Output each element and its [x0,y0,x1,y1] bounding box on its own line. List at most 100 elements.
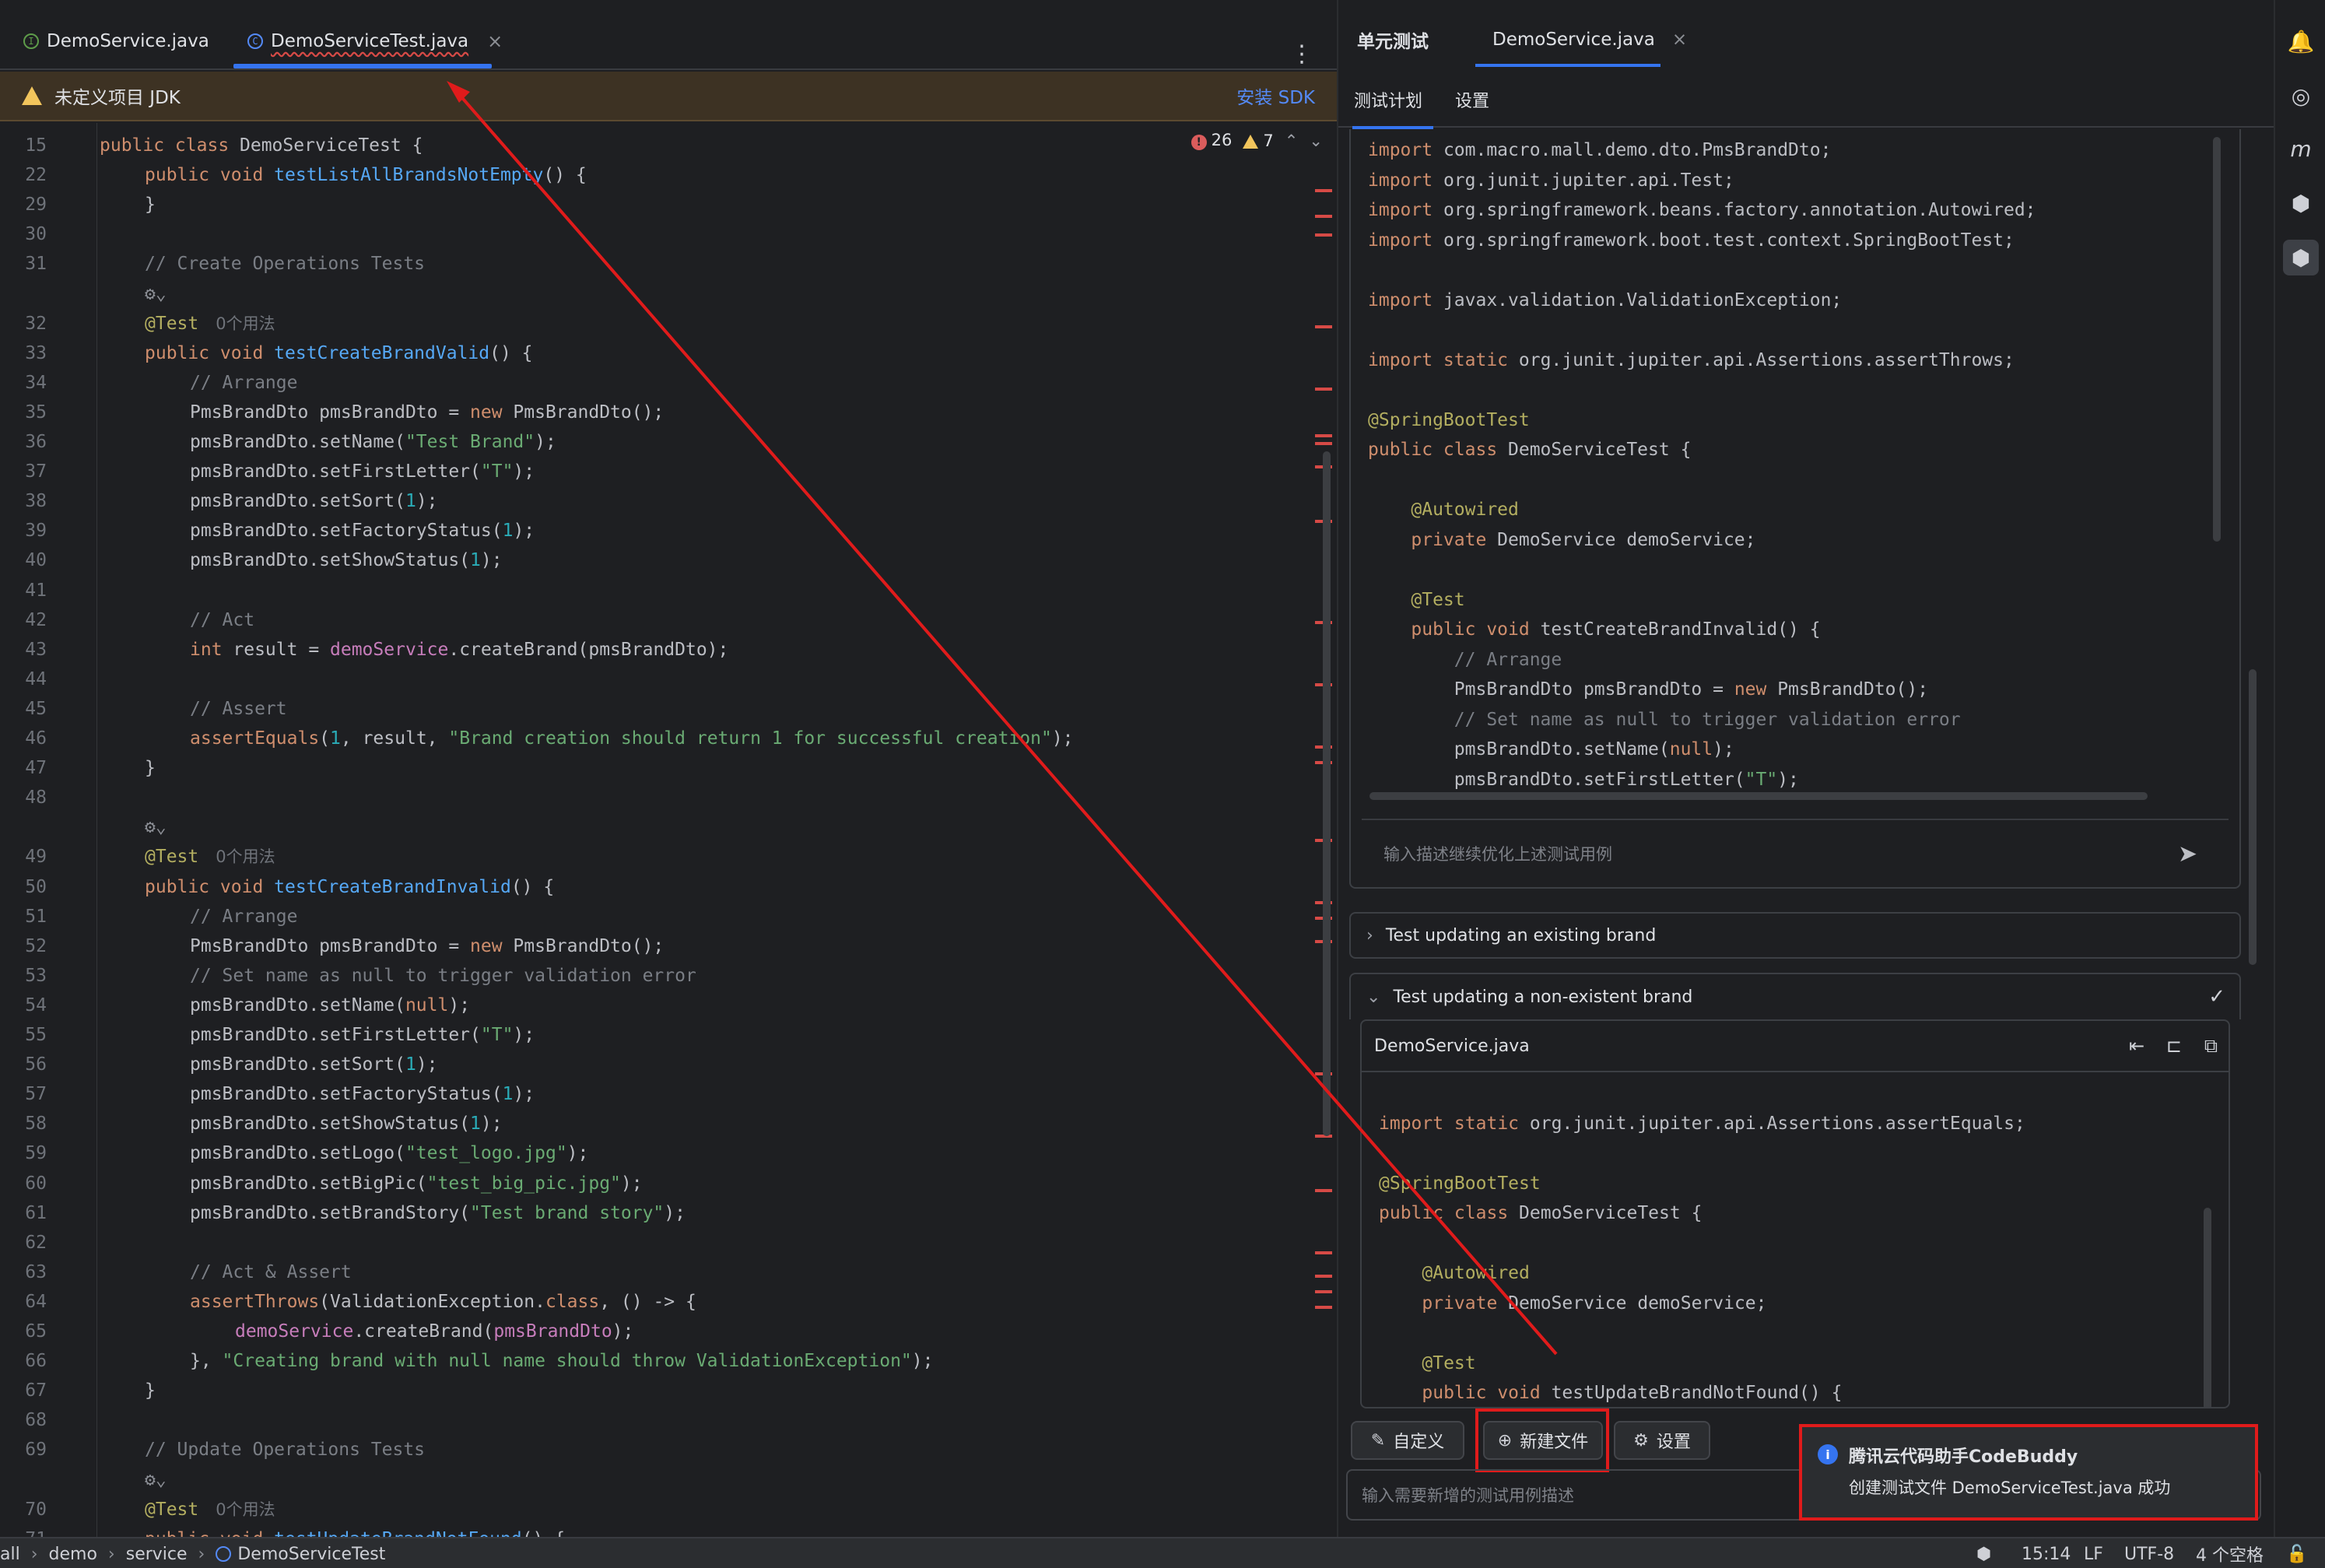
code-line[interactable]: 39 pmsBrandDto.setFactoryStatus(1); [0,516,1315,545]
line-number[interactable]: 64 [0,1287,47,1317]
code-scrollbar[interactable] [2204,1208,2211,1407]
breadcrumb-item[interactable]: service [126,1545,188,1564]
send-icon[interactable]: ➤ [2178,840,2197,868]
panel-scrollbar[interactable] [2249,669,2257,965]
line-number[interactable]: 67 [0,1376,47,1405]
line-number[interactable]: 31 [0,249,47,279]
code-line[interactable]: 50 public void testCreateBrandInvalid() { [0,872,1315,902]
tab-demoservice-java[interactable]: DemoService.java × [1492,12,1687,67]
code-line[interactable]: 55 pmsBrandDto.setFirstLetter("T"); [0,1020,1315,1050]
line-number[interactable]: 68 [0,1405,47,1435]
line-number[interactable]: 30 [0,219,47,249]
line-number[interactable]: 52 [0,931,47,961]
code-editor[interactable]: I DemoService.java C DemoServiceTest.jav… [0,0,1337,1537]
error-marker[interactable] [1315,442,1332,445]
line-number[interactable]: 54 [0,991,47,1020]
code-line[interactable]: ⚙⌄ [0,1465,1315,1495]
generated-code-block[interactable]: import com.macro.mall.demo.dto.PmsBrandD… [1349,129,2241,889]
code-line[interactable]: 29} [0,190,1315,219]
line-number[interactable]: 62 [0,1228,47,1258]
code-line[interactable]: 31 // Create Operations Tests [0,249,1315,279]
code-line[interactable]: 57 pmsBrandDto.setFactoryStatus(1); [0,1079,1315,1109]
line-number[interactable]: 15 [0,131,47,160]
code-line[interactable]: 32 @Test 0个用法 [0,309,1315,339]
code-line[interactable]: 60 pmsBrandDto.setBigPic("test_big_pic.jp… [0,1169,1315,1198]
code-line[interactable]: 56 pmsBrandDto.setSort(1); [0,1050,1315,1079]
code-line[interactable]: ⚙⌄ [0,279,1315,309]
code-line[interactable]: 51 // Arrange [0,902,1315,931]
line-number[interactable]: 34 [0,368,47,398]
error-marker[interactable] [1315,189,1332,192]
line-number[interactable]: 47 [0,753,47,783]
codebuddy-icon[interactable]: ⬢ [2283,185,2319,221]
ai-assistant-icon[interactable]: ◎ [2283,78,2319,114]
tab-demoservice[interactable]: I DemoService.java [23,12,209,70]
line-number[interactable]: 65 [0,1317,47,1346]
code-line[interactable]: 70 @Test 0个用法 [0,1495,1315,1524]
code-line[interactable]: 64 assertThrows(ValidationException.class… [0,1287,1315,1317]
tab-test-plan[interactable]: 测试计划 [1354,72,1422,128]
breadcrumb-item[interactable]: all [0,1545,20,1564]
check-icon[interactable]: ✓ [2208,985,2225,1009]
error-marker[interactable] [1315,1290,1332,1293]
line-number[interactable]: 44 [0,665,47,694]
code-line[interactable]: 44 [0,665,1315,694]
line-number[interactable]: 58 [0,1109,47,1138]
code-line[interactable]: 52 PmsBrandDto pmsBrandDto = new PmsBrand… [0,931,1315,961]
line-number[interactable]: 56 [0,1050,47,1079]
line-number[interactable]: 61 [0,1198,47,1228]
code-line[interactable]: 69 // Update Operations Tests [0,1435,1315,1465]
code-line[interactable]: 34 // Arrange [0,368,1315,398]
codebuddy-status-icon[interactable]: ⬢ [1976,1538,1991,1568]
line-number[interactable]: 33 [0,339,47,368]
code-line[interactable]: 48 [0,783,1315,812]
copy-icon[interactable]: ⧉ [2204,1035,2218,1057]
notifications-icon[interactable]: 🔔 [2283,23,2319,59]
line-number[interactable]: 42 [0,605,47,635]
line-number[interactable]: 60 [0,1169,47,1198]
error-marker[interactable] [1315,388,1332,391]
maven-icon[interactable]: m [2283,131,2319,167]
code-line[interactable]: 40 pmsBrandDto.setShowStatus(1); [0,545,1315,575]
tab-demoservicetest[interactable]: C DemoServiceTest.java × [247,12,503,70]
code-line[interactable]: 68 [0,1405,1315,1435]
code-line[interactable]: 49 @Test 0个用法 [0,842,1315,872]
error-marker[interactable] [1315,233,1332,237]
code-line[interactable]: 53 // Set name as null to trigger validat… [0,961,1315,991]
error-marker[interactable] [1315,325,1332,328]
line-number[interactable]: 59 [0,1138,47,1168]
line-number[interactable]: 48 [0,783,47,812]
line-number[interactable]: 29 [0,190,47,219]
code-line[interactable]: 35 PmsBrandDto pmsBrandDto = new PmsBrand… [0,398,1315,427]
code-line[interactable]: 71 public void testUpdateBrandNotFound() … [0,1524,1315,1537]
problems-indicator[interactable]: ! 26 7 ⌃ ⌄ [1191,131,1323,150]
line-number[interactable]: 55 [0,1020,47,1050]
code-line[interactable]: 63 // Act & Assert [0,1258,1315,1287]
chevron-up-icon[interactable]: ⌃ [1285,132,1299,150]
code-line[interactable]: 15 public class DemoServiceTest { [0,131,1315,160]
error-count[interactable]: ! 26 [1191,131,1232,150]
code-line[interactable]: 38 pmsBrandDto.setSort(1); [0,486,1315,516]
usages-hint[interactable]: 0个用法 [216,314,275,333]
code-line[interactable]: 33 public void testCreateBrandValid() { [0,339,1315,368]
diff-icon[interactable]: ⊏ [2166,1035,2182,1057]
line-number[interactable]: 49 [0,842,47,872]
error-marker[interactable] [1315,1306,1332,1309]
line-number[interactable]: 45 [0,694,47,724]
error-marker[interactable] [1315,1251,1332,1254]
line-number[interactable]: 40 [0,545,47,575]
line-number[interactable]: 69 [0,1435,47,1465]
breadcrumb-item[interactable]: demo [49,1545,97,1564]
install-sdk-link[interactable]: 安装 SDK [1236,82,1315,109]
line-number[interactable]: 35 [0,398,47,427]
usages-hint[interactable]: 0个用法 [216,1500,275,1519]
file-encoding[interactable]: UTF-8 [2124,1538,2174,1568]
breadcrumb-item[interactable]: DemoServiceTest [237,1545,385,1564]
code-line[interactable]: 66}, "Creating brand with null name shou… [0,1346,1315,1376]
generated-file-block[interactable]: DemoService.java ⇤ ⊏ ⧉ import static org… [1360,1019,2230,1408]
line-number[interactable]: 57 [0,1079,47,1109]
code-line[interactable]: 58 pmsBrandDto.setShowStatus(1); [0,1109,1315,1138]
code-line[interactable]: ⚙⌄ [0,812,1315,842]
code-line[interactable]: 61 pmsBrandDto.setBrandStory("Test brand … [0,1198,1315,1228]
code-line[interactable]: 62 [0,1228,1315,1258]
